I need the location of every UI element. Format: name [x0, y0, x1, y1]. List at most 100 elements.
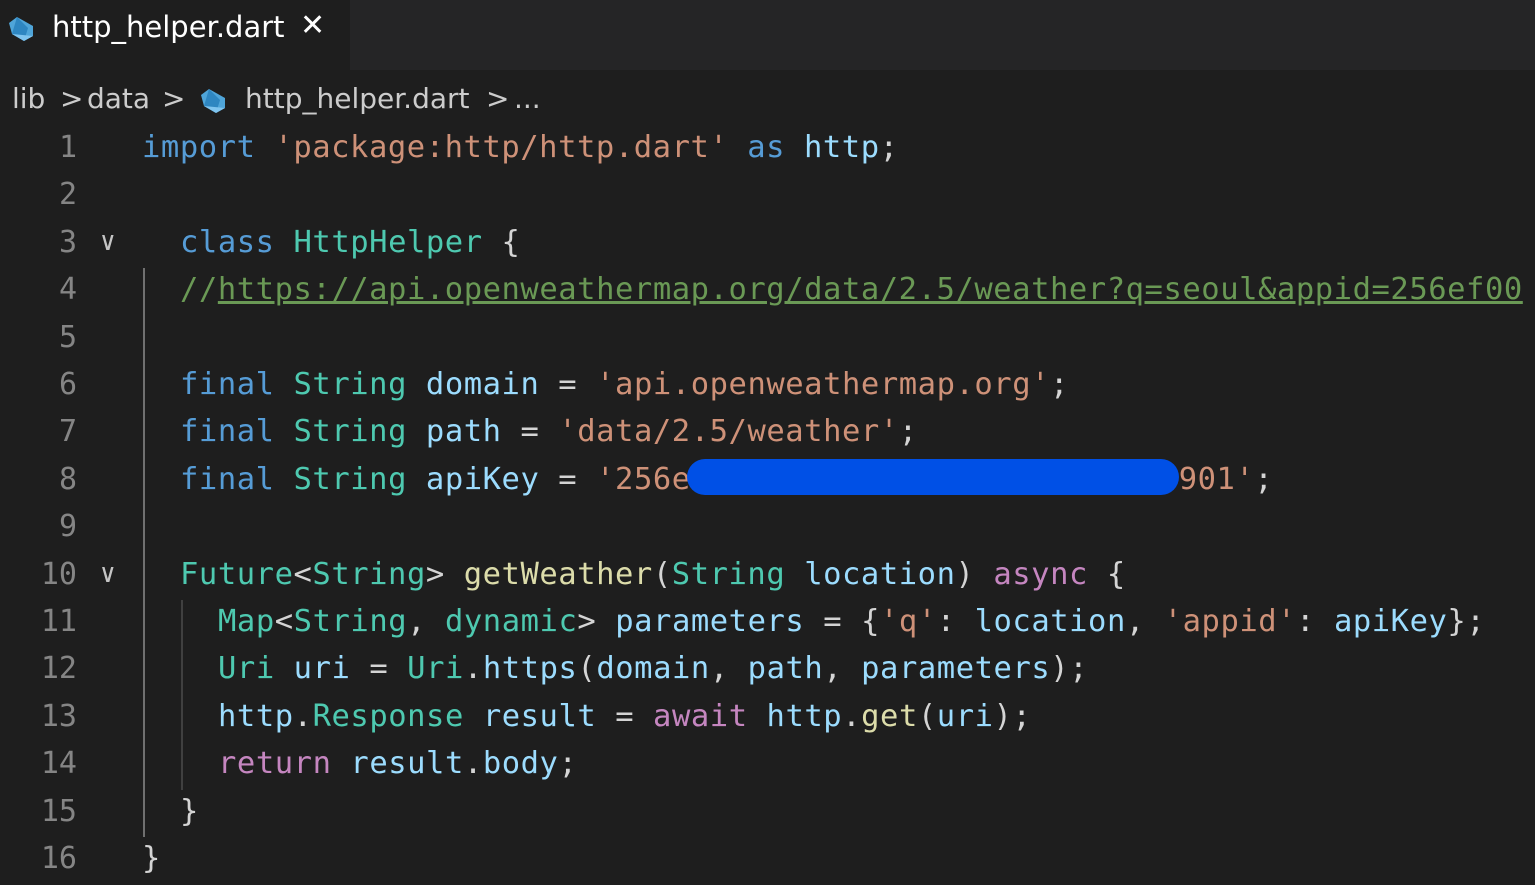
code-text: final String apiKey = '256e 901'; — [180, 459, 1274, 497]
tab-title: http_helper.dart — [52, 10, 285, 44]
code-token: String — [293, 604, 408, 639]
code-token: ( — [577, 651, 597, 687]
code-token: final — [180, 461, 275, 497]
code-editor[interactable]: 1 import 'package:http/http.dart' as http… — [0, 126, 1535, 885]
code-line[interactable]: 15} — [0, 790, 1535, 837]
code-token: 'api.openweathermap.org' — [596, 367, 1051, 402]
code-token: result — [350, 746, 464, 782]
code-token: = { — [804, 604, 880, 639]
code-token: dynamic — [444, 604, 578, 639]
code-line[interactable]: 10 ∨ Future<String> getWeather(String loca… — [0, 553, 1535, 600]
code-token: String — [293, 414, 407, 450]
code-token: String — [312, 556, 426, 592]
code-text: final String domain = 'api.openweatherma… — [180, 367, 1069, 402]
code-token: . — [293, 698, 313, 734]
code-token: ; — [1050, 367, 1069, 402]
breadcrumb-item-data[interactable]: data — [87, 82, 150, 115]
code-token: ( — [652, 556, 672, 592]
breadcrumb-item-more[interactable]: ... — [514, 82, 541, 115]
code-token: apiKey — [1333, 604, 1448, 639]
line-number: 3 — [58, 224, 77, 260]
code-token: Uri — [218, 651, 275, 687]
code-token: http — [766, 698, 843, 734]
code-token: = — [596, 698, 654, 734]
code-token: ; — [1254, 461, 1274, 497]
redaction-mark — [686, 459, 1179, 496]
tab-http-helper[interactable]: http_helper.dart ✕ — [0, 0, 350, 70]
code-token: parameters — [615, 604, 805, 639]
code-token: path — [425, 414, 502, 450]
code-token: 'package:http/http.dart' — [274, 130, 729, 165]
code-line[interactable]: 4 //https://api.openweathermap.org/data/2… — [0, 268, 1535, 315]
line-number: 13 — [40, 698, 77, 734]
code-line[interactable]: 11 Map<String, dynamic> parameters = {'q'… — [0, 600, 1535, 647]
code-token: 901' — [1178, 461, 1255, 497]
line-number: 2 — [58, 177, 77, 213]
code-token: ; — [898, 414, 918, 450]
code-token: HttpHelper — [293, 224, 483, 260]
code-line[interactable]: 2 — [0, 173, 1535, 220]
code-token: }; — [1447, 604, 1486, 639]
code-line[interactable]: 14 return result.body; — [0, 742, 1535, 789]
line-number: 7 — [58, 414, 77, 450]
code-token: get — [861, 698, 918, 734]
code-token: = — [539, 367, 597, 402]
code-token: result — [482, 698, 597, 734]
breadcrumb-item-file[interactable]: http_helper.dart — [245, 82, 470, 115]
code-line[interactable]: 1 import 'package:http/http.dart' as http… — [0, 126, 1535, 173]
code-line[interactable]: 6 final String domain = 'api.openweatherm… — [0, 363, 1535, 410]
line-number: 12 — [40, 651, 77, 687]
code-token: = — [539, 461, 597, 497]
breadcrumb-separator: > — [60, 82, 84, 115]
code-line[interactable]: 12 Uri uri = Uri.https(domain, path, para… — [0, 647, 1535, 694]
code-token: , — [407, 604, 445, 639]
code-token: 'q' — [880, 604, 937, 639]
fold-chevron-icon[interactable]: ∨ — [100, 559, 116, 589]
code-line[interactable]: 16} — [0, 837, 1535, 884]
code-token: path — [747, 651, 824, 687]
code-token: < — [293, 556, 313, 592]
breadcrumb-item-lib[interactable]: lib — [12, 82, 45, 115]
code-text: class HttpHelper { — [180, 225, 520, 260]
code-text: Uri uri = Uri.https(domain, path, parame… — [218, 651, 1088, 686]
breadcrumb-separator: > — [486, 82, 510, 115]
code-text: http.Response result = await http.get(ur… — [218, 699, 1031, 734]
code-line[interactable]: 5 — [0, 316, 1535, 363]
line-number: 8 — [58, 461, 77, 497]
code-line[interactable]: 13 http.Response result = await http.get(… — [0, 695, 1535, 742]
close-icon[interactable]: ✕ — [300, 8, 325, 43]
code-token: domain — [425, 367, 540, 402]
indent-guide — [143, 268, 145, 837]
code-line[interactable]: 8 final String apiKey = '256e 901'; — [0, 458, 1535, 505]
code-text: //https://api.openweathermap.org/data/2.… — [180, 272, 1523, 307]
code-token: class — [180, 224, 275, 260]
code-token: Map — [218, 604, 275, 639]
code-token: ; — [558, 746, 578, 782]
line-number: 11 — [40, 604, 77, 639]
code-line[interactable]: 3 ∨ class HttpHelper { — [0, 221, 1535, 268]
code-token: final — [180, 414, 275, 450]
code-token: : — [1296, 604, 1334, 639]
code-token: // — [180, 272, 218, 308]
code-line[interactable]: 7 final String path = 'data/2.5/weather'; — [0, 410, 1535, 457]
code-token: location — [804, 556, 956, 592]
line-number: 5 — [58, 319, 77, 355]
code-token: String — [293, 367, 407, 402]
code-text: } — [180, 794, 199, 829]
code-token: ; — [879, 130, 899, 165]
code-text: import 'package:http/http.dart' as http; — [142, 130, 899, 165]
fold-chevron-icon[interactable]: ∨ — [100, 227, 116, 257]
code-token: , — [1125, 604, 1164, 639]
code-token: } — [180, 793, 199, 829]
code-token: location — [974, 604, 1126, 639]
code-token: domain — [596, 651, 710, 687]
code-token: ); — [993, 698, 1032, 734]
code-line[interactable]: 9 — [0, 505, 1535, 552]
